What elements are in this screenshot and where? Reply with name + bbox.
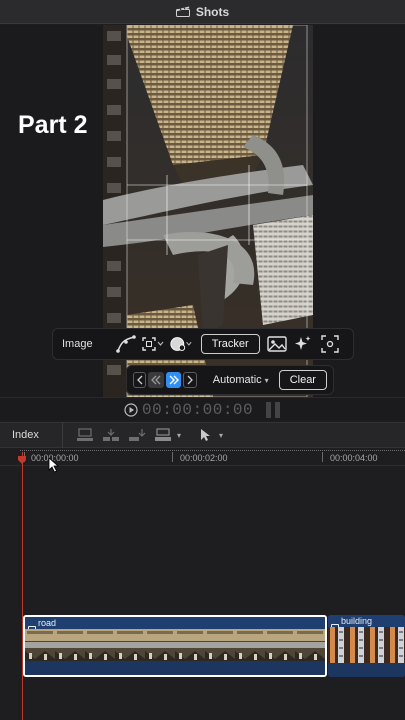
video-clip-icon: [28, 620, 36, 633]
tracking-mode-select[interactable]: Automatic: [213, 374, 262, 386]
clip-thumbnails: [328, 627, 405, 663]
clip-name: road: [38, 618, 57, 628]
audio-meter: [266, 402, 282, 418]
select-tool-icon[interactable]: [193, 425, 217, 445]
clip-header: building: [328, 615, 405, 631]
image-icon[interactable]: [266, 332, 288, 356]
timeline-clip-building[interactable]: building: [328, 615, 405, 677]
append-clip-icon[interactable]: [125, 425, 149, 445]
chevron-down-icon[interactable]: ▾: [265, 376, 269, 385]
ruler-label: 00:00:04:00: [330, 453, 378, 463]
timeline-ruler[interactable]: 00:00:00:00 00:00:02:00 00:00:04:00: [0, 448, 405, 466]
app-window: Shots Part 2 Image Tracker Automatic ▾ C…: [0, 0, 405, 720]
mouse-cursor-icon: [48, 457, 60, 473]
viewer[interactable]: Part 2 Image Tracker Automatic ▾ Clear: [0, 25, 405, 397]
window-title: Shots: [195, 4, 230, 19]
playhead-handle-icon[interactable]: [18, 451, 26, 464]
clip-header: road: [25, 617, 325, 633]
connect-clip-icon[interactable]: [73, 425, 97, 445]
tracker-button[interactable]: Tracker: [200, 334, 260, 354]
clear-button[interactable]: Clear: [278, 370, 327, 390]
overwrite-clip-icon[interactable]: [151, 425, 175, 445]
color-blob-icon[interactable]: [169, 332, 193, 356]
toolbar-divider: [62, 422, 63, 448]
video-clip-icon: [331, 618, 339, 631]
tracking-controls: Automatic ▾ Clear: [126, 365, 334, 395]
clip-name: building: [341, 616, 373, 626]
transport-bar: 00:00:00:00: [0, 397, 405, 421]
track-backward-icon[interactable]: [148, 372, 164, 388]
crop-select-icon[interactable]: [141, 332, 165, 356]
clip-thumbnails: [25, 629, 325, 665]
timeline-toolbar: Index ▾ ▾: [0, 422, 405, 448]
ruler-tick: [322, 452, 323, 462]
clip-footer: [328, 663, 405, 677]
play-icon[interactable]: [124, 403, 138, 417]
timeline-clip-road[interactable]: road: [23, 615, 327, 677]
ruler-label: 00:00:02:00: [180, 453, 228, 463]
title-bar: Shots: [0, 0, 405, 24]
playhead[interactable]: [22, 452, 23, 720]
sparkles-icon[interactable]: [292, 332, 314, 356]
inspector-bar: Image Tracker: [52, 328, 354, 360]
clapperboard-icon: [175, 6, 190, 17]
timeline[interactable]: 00:00:00:00 00:00:02:00 00:00:04:00 road: [0, 448, 405, 720]
chevron-down-icon[interactable]: ▾: [177, 431, 181, 440]
chevron-down-icon[interactable]: ▾: [219, 431, 223, 440]
inspector-label: Image: [62, 338, 93, 350]
overlay-text-part-label: Part 2: [18, 111, 88, 139]
timecode-display: 00:00:00:00: [142, 401, 254, 419]
clip-footer: [25, 661, 325, 675]
ruler-tick: [172, 452, 173, 462]
track-forward-icon[interactable]: [165, 372, 182, 388]
focus-icon[interactable]: [319, 332, 341, 356]
bezier-pen-icon[interactable]: [114, 332, 136, 356]
step-forward-icon[interactable]: [183, 372, 197, 388]
index-button[interactable]: Index: [12, 429, 62, 441]
insert-clip-icon[interactable]: [99, 425, 123, 445]
step-back-icon[interactable]: [133, 372, 147, 388]
